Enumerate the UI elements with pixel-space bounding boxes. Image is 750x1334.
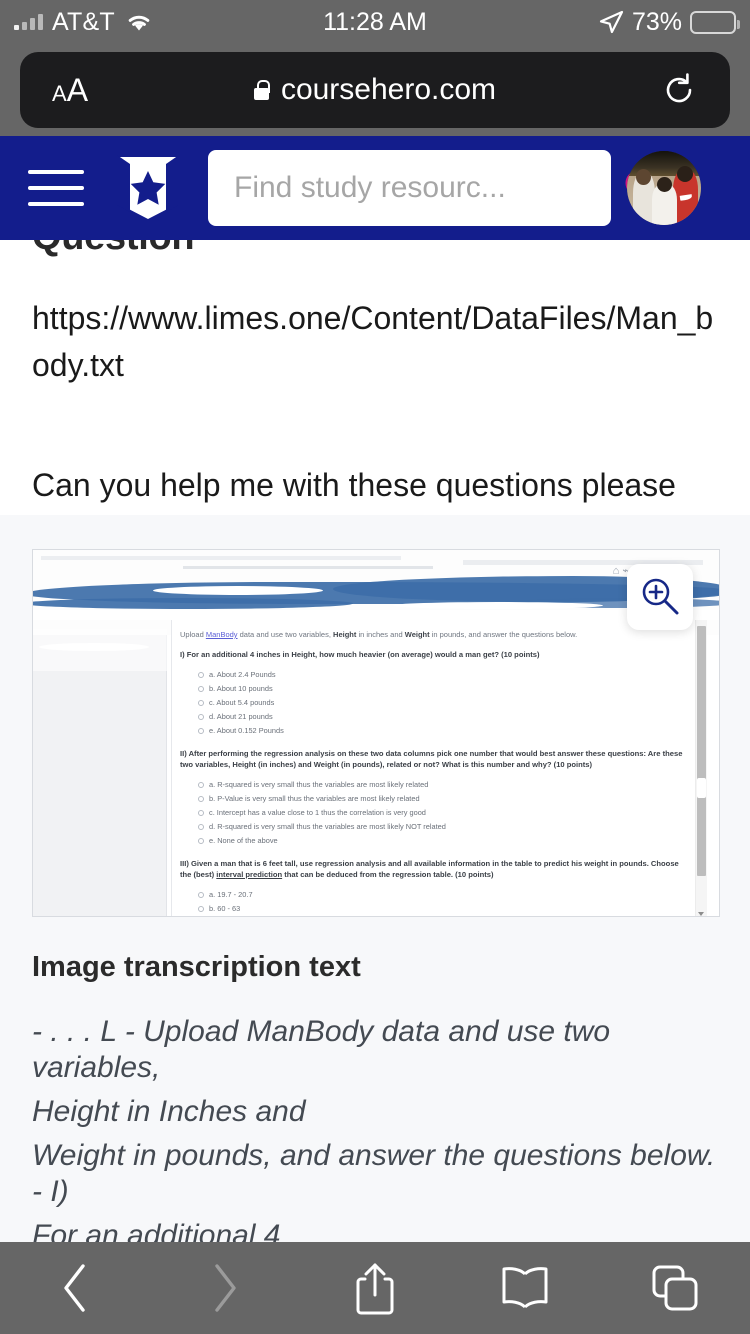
tabs-button[interactable] xyxy=(600,1263,750,1313)
option-row[interactable]: c. Intercept has a value close to 1 thus… xyxy=(198,806,689,820)
bookmarks-button[interactable] xyxy=(450,1264,600,1312)
question-url-text: https://www.limes.one/Content/DataFiles/… xyxy=(32,300,714,383)
url-display: coursehero.com xyxy=(20,73,730,107)
option-row[interactable]: e. About 0.152 Pounds xyxy=(198,724,689,738)
tabs-icon xyxy=(652,1265,698,1311)
radio-icon[interactable] xyxy=(198,699,204,706)
option-row[interactable]: a. R-squared is very small thus the vari… xyxy=(198,778,689,792)
transcription-line: Height in Inches and xyxy=(32,1095,306,1128)
share-button[interactable] xyxy=(300,1259,450,1317)
radio-icon[interactable] xyxy=(198,671,204,678)
radio-icon[interactable] xyxy=(198,905,204,912)
option-row[interactable]: e. None of the above xyxy=(198,834,689,848)
back-chevron-icon xyxy=(64,1264,85,1312)
scroll-down-arrow-icon[interactable] xyxy=(698,912,704,916)
search-box[interactable] xyxy=(208,150,659,226)
radio-icon[interactable] xyxy=(198,837,204,844)
option-list: a. 19.7 - 20.7 b. 60 - 63 c. 183 - 184 d… xyxy=(198,888,689,917)
avatar[interactable] xyxy=(627,151,701,225)
scrollbar-thumb[interactable] xyxy=(697,626,706,876)
transcription-title: Image transcription text xyxy=(32,951,361,983)
question-body: https://www.limes.one/Content/DataFiles/… xyxy=(32,295,722,509)
option-row[interactable]: d. R-squared is very small thus the vari… xyxy=(198,820,689,834)
back-button[interactable] xyxy=(0,1260,150,1316)
option-row[interactable]: d. About 21 pounds xyxy=(198,710,689,724)
radio-icon[interactable] xyxy=(198,728,204,735)
page-title: Question xyxy=(32,240,195,259)
ios-status-bar: AT&T 11:28 AM 73% xyxy=(0,0,750,44)
radio-icon[interactable] xyxy=(198,891,204,898)
transcription-line: For an additional 4 xyxy=(32,1219,281,1242)
share-icon xyxy=(356,1263,394,1315)
forward-button[interactable] xyxy=(150,1260,300,1316)
zoom-in-button[interactable] xyxy=(627,564,693,630)
vertical-scrollbar[interactable] xyxy=(695,620,707,916)
battery-percent: 73% xyxy=(631,7,682,36)
option-row[interactable]: b. 60 - 63 xyxy=(198,902,689,916)
zoom-in-magnifier-icon xyxy=(642,578,679,615)
manbody-link[interactable]: ManBody xyxy=(206,630,238,639)
location-arrow-icon xyxy=(599,10,624,34)
lock-icon xyxy=(253,80,270,100)
radio-icon[interactable] xyxy=(198,781,204,788)
document-question-1: I) For an additional 4 inches in Height,… xyxy=(180,650,689,738)
text-size-button[interactable]: AA xyxy=(52,72,88,109)
forward-chevron-icon xyxy=(215,1264,236,1312)
document-intro-line: Upload ManBody data and use two variable… xyxy=(180,630,578,639)
address-bar[interactable]: AA coursehero.com xyxy=(20,52,730,128)
site-header xyxy=(0,136,750,240)
transcription-line: Weight in pounds, and answer the questio… xyxy=(32,1139,716,1208)
radio-icon[interactable] xyxy=(198,809,204,816)
transcription-line: - . . . L - Upload ManBody data and use … xyxy=(32,1015,611,1084)
radio-icon[interactable] xyxy=(198,795,204,802)
image-transcription: Image transcription text - . . . L - Upl… xyxy=(32,951,726,1242)
page-content: Question https://www.limes.one/Content/D… xyxy=(0,240,750,1242)
document-question-2: II) After performing the regression anal… xyxy=(180,749,689,848)
option-row[interactable]: c. About 5.4 pounds xyxy=(198,696,689,710)
radio-icon[interactable] xyxy=(198,714,204,720)
option-row[interactable]: b. P-Value is very small thus the variab… xyxy=(198,792,689,806)
option-list: a. R-squared is very small thus the vari… xyxy=(198,778,689,848)
option-row[interactable]: a. About 2.4 Pounds xyxy=(198,668,689,682)
battery-icon xyxy=(690,10,740,34)
book-icon xyxy=(502,1267,548,1309)
preview-document-page: Upload ManBody data and use two variable… xyxy=(171,620,703,917)
preview-left-pane xyxy=(33,629,167,916)
attachment-section: ⌂ ⌁ Upload ManBody data and use two vari… xyxy=(0,515,750,1242)
option-list: a. About 2.4 Pounds b. About 10 pounds c… xyxy=(198,668,689,738)
option-row[interactable]: a. 19.7 - 20.7 xyxy=(198,888,689,902)
option-row[interactable]: b. About 10 pounds xyxy=(198,682,689,696)
safari-toolbar-top: AA coursehero.com xyxy=(0,44,750,136)
option-row[interactable]: c. 183 - 184 xyxy=(198,916,689,917)
document-question-3: III) Given a man that is 6 feet tall, us… xyxy=(180,859,689,917)
radio-icon[interactable] xyxy=(198,685,204,692)
phone-screen: AT&T 11:28 AM 73% AA coursehero.com Find… xyxy=(0,0,750,1334)
reload-icon[interactable] xyxy=(662,73,696,107)
status-bar-right: 73% xyxy=(598,7,740,37)
attachment-preview[interactable]: ⌂ ⌁ Upload ManBody data and use two vari… xyxy=(32,549,720,917)
coursehero-shield-star-logo[interactable] xyxy=(114,153,182,223)
search-input[interactable] xyxy=(234,171,620,205)
hamburger-menu-icon[interactable] xyxy=(28,170,84,206)
transcription-body: - . . . L - Upload ManBody data and use … xyxy=(32,1014,726,1242)
question-request-text: Can you help me with these questions ple… xyxy=(32,467,676,504)
safari-toolbar-bottom xyxy=(0,1242,750,1334)
radio-icon[interactable] xyxy=(198,823,204,830)
url-text: coursehero.com xyxy=(280,73,497,106)
